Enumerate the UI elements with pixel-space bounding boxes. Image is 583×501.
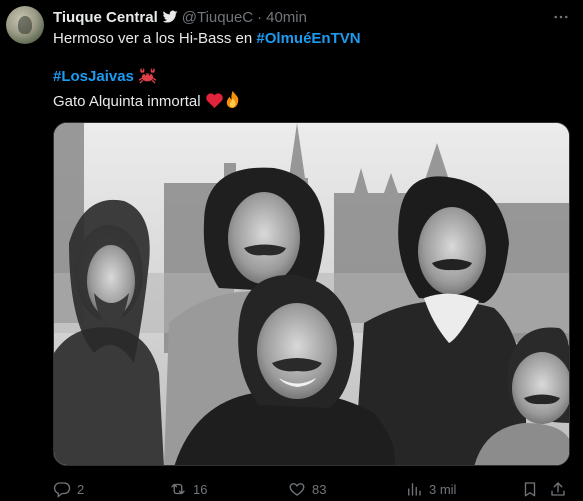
hashtag-link[interactable]: #OlmuéEnTVN bbox=[256, 30, 360, 47]
tweet-text: Hermoso ver a los Hi-Bass en bbox=[53, 30, 257, 47]
views-button[interactable]: 3 mil bbox=[405, 478, 456, 500]
heart-icon bbox=[289, 483, 305, 496]
bookmark-button[interactable] bbox=[521, 478, 539, 500]
tweet-text: Gato Alquinta inmortal bbox=[53, 93, 201, 110]
avatar[interactable] bbox=[6, 6, 44, 44]
band-photo-image bbox=[54, 123, 569, 465]
tweet-text-line2: #LosJaivas bbox=[53, 67, 157, 90]
retweet-icon bbox=[171, 483, 185, 495]
tweet[interactable]: Tiuque Central @TiuqueC · 40min Hermoso … bbox=[0, 0, 583, 501]
views-count: 3 mil bbox=[429, 481, 457, 497]
fire-emoji bbox=[224, 90, 241, 115]
share-button[interactable] bbox=[549, 478, 567, 500]
bookmark-icon bbox=[524, 482, 536, 497]
timestamp[interactable]: 40min bbox=[266, 9, 307, 26]
views-icon bbox=[408, 483, 421, 496]
share-icon bbox=[551, 482, 565, 496]
like-button[interactable]: 83 bbox=[288, 478, 326, 500]
reply-count: 2 bbox=[77, 481, 85, 497]
reply-button[interactable]: 2 bbox=[53, 478, 84, 500]
red-heart-emoji bbox=[205, 92, 224, 115]
header-separator: · bbox=[257, 8, 263, 26]
hashtag-link[interactable]: #LosJaivas bbox=[53, 68, 134, 85]
tweet-photo[interactable] bbox=[53, 122, 570, 466]
more-options-icon[interactable] bbox=[549, 6, 573, 28]
reply-icon bbox=[53, 482, 71, 498]
tweet-header: Tiuque Central @TiuqueC · 40min bbox=[53, 6, 307, 28]
tweet-text-line1: Hermoso ver a los Hi-Bass en #OlmuéEnTVN bbox=[53, 29, 361, 49]
twitter-bird-icon bbox=[162, 9, 178, 25]
retweet-button[interactable]: 16 bbox=[169, 478, 207, 500]
tweet-actions: 2 16 83 3 mil bbox=[53, 478, 570, 500]
handle[interactable]: @TiuqueC bbox=[182, 9, 253, 26]
retweet-count: 16 bbox=[193, 481, 208, 497]
tweet-text-line3: Gato Alquinta inmortal bbox=[53, 90, 241, 115]
like-count: 83 bbox=[312, 481, 327, 497]
crab-emoji bbox=[138, 67, 157, 90]
display-name[interactable]: Tiuque Central bbox=[53, 9, 158, 26]
